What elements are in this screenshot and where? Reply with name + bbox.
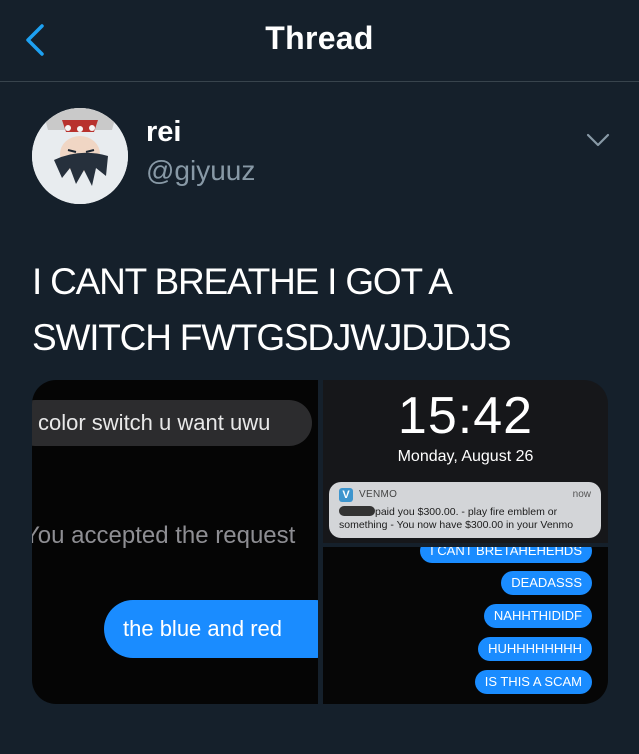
notification-line-1: paid you $300.00. - play fire emblem or <box>375 506 558 518</box>
page-title: Thread <box>265 20 374 56</box>
media-image-lockscreen[interactable]: 15:42 Monday, August 26 V VENMO now paid… <box>323 380 608 543</box>
display-name[interactable]: rei <box>146 116 181 149</box>
media-image-chat[interactable]: color switch u want uwu You accepted the… <box>32 380 318 704</box>
notification-app-name: VENMO <box>359 489 398 500</box>
message-bubble: NAHHTHIDIDF <box>483 604 592 628</box>
media-image-messages[interactable]: I CANT BRETAHEHEHDS DEADASSS NAHHTHIDIDF… <box>323 547 608 704</box>
top-bar: Thread <box>0 0 639 82</box>
gray-message-bubble: color switch u want uwu <box>32 400 312 446</box>
tweet-menu-button[interactable] <box>584 130 612 150</box>
message-bubble: DEADASSS <box>501 571 592 595</box>
user-handle[interactable]: @giyuuz <box>146 155 255 187</box>
notification-time: now <box>572 489 591 500</box>
avatar-image <box>32 108 128 204</box>
avatar[interactable] <box>32 108 128 204</box>
tweet-text: I CANT BREATHE I GOT A SWITCH FWTGSDJWJD… <box>32 261 512 358</box>
blue-message-bubble: the blue and red <box>104 600 318 658</box>
notification-line-2: something - You now have $300.00 in your… <box>339 519 574 531</box>
message-bubble: IS THIS A SCAM <box>474 670 592 694</box>
venmo-icon: V <box>339 488 353 502</box>
lockscreen-date: Monday, August 26 <box>397 448 534 465</box>
venmo-notification: V VENMO now paid you $300.00. - play fir… <box>329 482 601 538</box>
chevron-down-icon <box>586 133 610 147</box>
media-grid[interactable]: color switch u want uwu You accepted the… <box>32 380 608 704</box>
message-bubble: HUHHHHHHHH <box>478 637 592 661</box>
system-message: You accepted the request <box>32 522 296 549</box>
notification-body: paid you $300.00. - play fire emblem or … <box>339 506 597 532</box>
redacted-name <box>339 506 375 516</box>
message-bubble: I CANT BRETAHEHEHDS <box>420 547 592 563</box>
lockscreen-time: 15:42 <box>397 387 534 445</box>
